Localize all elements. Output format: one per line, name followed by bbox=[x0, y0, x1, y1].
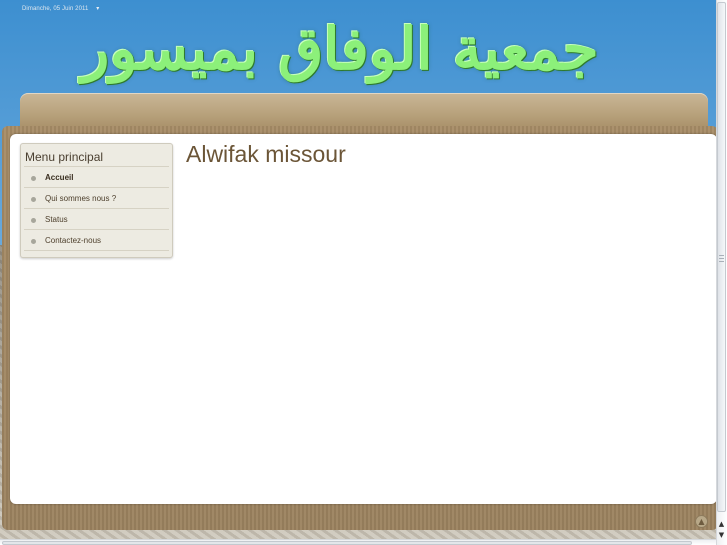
menu-item-label[interactable]: Accueil bbox=[45, 173, 73, 182]
menu-item-label[interactable]: Qui sommes nous ? bbox=[45, 194, 116, 203]
menu-item-qui-sommes-nous[interactable]: Qui sommes nous ? bbox=[24, 188, 169, 209]
menu-item-label[interactable]: Status bbox=[45, 215, 68, 224]
bullet-icon bbox=[31, 176, 36, 181]
menu-item-contactez-nous[interactable]: Contactez-nous bbox=[24, 230, 169, 251]
scroll-up-arrow-icon[interactable]: ▲ bbox=[717, 520, 726, 529]
menu-item-status[interactable]: Status bbox=[24, 209, 169, 230]
bullet-icon bbox=[31, 239, 36, 244]
scroll-down-arrow-icon[interactable]: ▼ bbox=[717, 531, 726, 540]
horizontal-scrollbar[interactable] bbox=[0, 539, 716, 545]
vertical-scrollbar[interactable]: ▲ ▼ bbox=[716, 0, 727, 545]
horizontal-scrollbar-thumb[interactable] bbox=[2, 541, 692, 545]
main-menu: Menu principal Accueil Qui sommes nous ?… bbox=[20, 143, 173, 258]
scrollbar-grip-icon bbox=[719, 255, 724, 263]
site-banner-title: جمعية الوفاق بميسور bbox=[81, 15, 599, 83]
bullet-icon bbox=[31, 197, 36, 202]
scrollbar-thumb[interactable] bbox=[717, 2, 726, 512]
bullet-icon bbox=[31, 218, 36, 223]
menu-item-accueil[interactable]: Accueil bbox=[24, 167, 169, 188]
page-title: Alwifak missour bbox=[186, 141, 346, 167]
menu-title: Menu principal bbox=[25, 150, 104, 164]
back-to-top-icon[interactable]: ▲ bbox=[695, 515, 708, 528]
menu-item-label[interactable]: Contactez-nous bbox=[45, 236, 101, 245]
